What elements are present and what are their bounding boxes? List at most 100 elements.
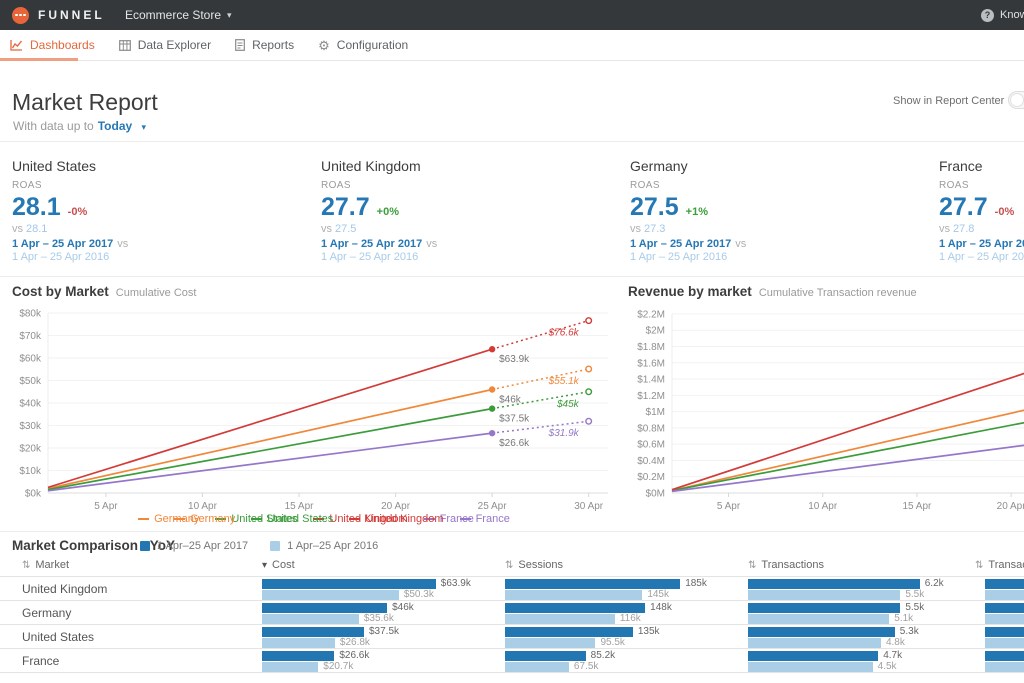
tab-dashboards-label: Dashboards: [30, 38, 95, 52]
svg-text:$2M: $2M: [646, 326, 665, 337]
bar-value-2017: $26.6k: [339, 650, 370, 661]
table-row[interactable]: United States $37.5k $26.8k 135k 95.5k 5.3k 4.…: [0, 624, 1024, 648]
report-center-toggle[interactable]: [1008, 91, 1024, 109]
market-comparison-section: Market Comparison - YoY 1 Apr–25 Apr 201…: [0, 532, 1024, 683]
kpi-vs-value: vs 27.5: [321, 223, 357, 235]
bar-2016: [262, 661, 319, 672]
document-icon: [235, 39, 245, 51]
svg-text:$20k: $20k: [19, 444, 42, 455]
kpi-period-current: 1 Apr – 25 Apr 2017vs: [12, 238, 129, 250]
tab-data-explorer-label: Data Explorer: [137, 38, 212, 52]
kpi-value: 27.7: [321, 193, 370, 221]
kpi-card-germany: Germany ROAS 27.5 +1% vs 27.3 1 Apr – 25 A…: [630, 158, 930, 263]
table-row[interactable]: France $26.6k $20.7k 85.2k 67.5k 4.7k 4.5k: [0, 648, 1024, 672]
svg-text:$50k: $50k: [19, 376, 42, 387]
bar-2016: [985, 613, 1024, 624]
tab-configuration-label: Configuration: [336, 38, 409, 52]
comparison-legend: 1 Apr–25 Apr 2017 1 Apr–25 Apr 2016: [140, 540, 378, 552]
kpi-vs-value: vs 27.8: [939, 223, 975, 235]
bar-value-2016: $20.7k: [323, 661, 354, 672]
svg-text:25 Apr: 25 Apr: [478, 501, 508, 512]
bar-value-2016: 95.5k: [600, 637, 625, 648]
tab-reports[interactable]: Reports: [235, 38, 294, 52]
account-name: Ecommerce Store: [125, 8, 222, 22]
bar-2017: [262, 602, 388, 613]
market-cell: France: [22, 654, 60, 668]
svg-text:20 Apr: 20 Apr: [381, 501, 411, 512]
market-cell: United Kingdom: [22, 582, 108, 596]
knowledge-base-label: Knowledge Base: [1000, 9, 1024, 21]
column-header-sessions[interactable]: ⇅ Sessions: [505, 559, 563, 571]
svg-text:$37.5k: $37.5k: [499, 414, 530, 425]
legend-item-2016: 1 Apr–25 Apr 2016: [270, 540, 378, 552]
legend-item[interactable]: United Kingdom: [349, 513, 444, 525]
data-up-to-select[interactable]: Today: [98, 119, 132, 133]
svg-text:$1.2M: $1.2M: [637, 391, 665, 402]
legend-swatch-2017: [140, 541, 150, 551]
bar-2016: [505, 661, 569, 672]
tab-data-explorer[interactable]: Data Explorer: [118, 38, 212, 52]
bar-2016: [262, 637, 335, 648]
bar-value-2016: 116k: [619, 613, 641, 624]
svg-text:$30k: $30k: [19, 421, 42, 432]
legend-dash-icon: [459, 517, 471, 521]
kpi-period-previous: 1 Apr – 25 Apr 2016: [939, 251, 1024, 263]
legend-swatch-2016: [270, 541, 281, 551]
legend-item[interactable]: Germany: [174, 513, 235, 525]
knowledge-base-link[interactable]: ? Knowledge Base: [981, 0, 1024, 30]
kpi-metric-label: ROAS: [12, 180, 42, 191]
sort-icon: ⇅: [505, 559, 514, 571]
revenue-by-market-chart[interactable]: $0M $0.2M $0.4M $0.6M $0.8M $1M $1.2M $1.4M $1.6…: [616, 277, 1024, 532]
svg-text:$55.1k: $55.1k: [548, 376, 580, 387]
bar-2017: [985, 602, 1024, 613]
bar-value-2017: 5.5k: [905, 602, 925, 613]
kpi-market-name: France: [939, 158, 983, 174]
svg-text:$45k: $45k: [556, 399, 580, 410]
table-row[interactable]: United Kingdom $63.9k $50.3k 185k 145k 6.2k 5.…: [0, 576, 1024, 600]
report-header: Market Report With data up to Today ▾ Sho…: [0, 61, 1024, 142]
table-row[interactable]: Germany $46k $35.6k 148k 116k 5.5k 5.1k: [0, 600, 1024, 624]
bar-value-2016: 67.5k: [573, 661, 599, 672]
bar-2017: [748, 578, 920, 589]
column-header-market[interactable]: ⇅ Market: [22, 559, 69, 571]
kpi-metric-label: ROAS: [321, 180, 351, 191]
tab-dashboards[interactable]: Dashboards: [10, 38, 95, 52]
kpi-value: 27.7: [939, 193, 988, 221]
kpi-period-previous: 1 Apr – 25 Apr 2016: [630, 251, 728, 263]
svg-text:10 Apr: 10 Apr: [808, 501, 838, 512]
page-title: Market Report: [12, 89, 158, 115]
svg-text:$80k: $80k: [19, 309, 42, 320]
legend-label: United Kingdom: [365, 513, 444, 525]
bar-value-2017: 6.2k: [924, 578, 944, 589]
account-switcher[interactable]: Ecommerce Store ▾: [125, 0, 232, 30]
legend-label: Germany: [190, 513, 236, 525]
line-chart-icon: [10, 39, 23, 51]
svg-text:$26.6k: $26.6k: [499, 438, 530, 449]
column-header-transactions[interactable]: ⇅ Transactions: [748, 559, 824, 571]
column-header-cost[interactable]: ▾ Cost: [262, 559, 295, 571]
kpi-market-name: Germany: [630, 158, 688, 174]
kpi-metric-label: ROAS: [939, 180, 969, 191]
tab-configuration[interactable]: ⚙ Configuration: [318, 38, 408, 52]
legend-item[interactable]: France: [459, 513, 510, 525]
kpi-change-badge: -0%: [67, 206, 88, 218]
svg-text:$0M: $0M: [646, 489, 665, 500]
svg-text:$0.4M: $0.4M: [637, 456, 665, 467]
legend-dash-icon: [251, 517, 263, 521]
kpi-change-badge: -0%: [994, 206, 1015, 218]
kpi-change-badge: +0%: [376, 206, 399, 218]
bar-2016: [262, 589, 399, 600]
legend-item-2017: 1 Apr–25 Apr 2017: [140, 540, 248, 552]
legend-item[interactable]: United States: [251, 513, 333, 525]
svg-text:$31.9k: $31.9k: [548, 428, 580, 439]
svg-text:$10k: $10k: [19, 466, 42, 477]
svg-text:$76.6k: $76.6k: [548, 328, 580, 339]
svg-text:$0.6M: $0.6M: [637, 440, 665, 451]
kpi-period-current: 1 Apr – 25 Apr 2017vs: [939, 238, 1024, 250]
kpi-period-current: 1 Apr – 25 Apr 2017vs: [321, 238, 438, 250]
bar-2017: [748, 650, 879, 661]
cost-by-market-chart[interactable]: $0k $10k $20k $30k $40k $50k $60k $70k $80k 5 Apr…: [0, 277, 612, 532]
column-header-transaction-revenue[interactable]: ⇅ Transaction revenue: [975, 559, 1024, 571]
bar-value-2017: $46k: [392, 602, 414, 613]
bar-2016: [262, 613, 359, 624]
